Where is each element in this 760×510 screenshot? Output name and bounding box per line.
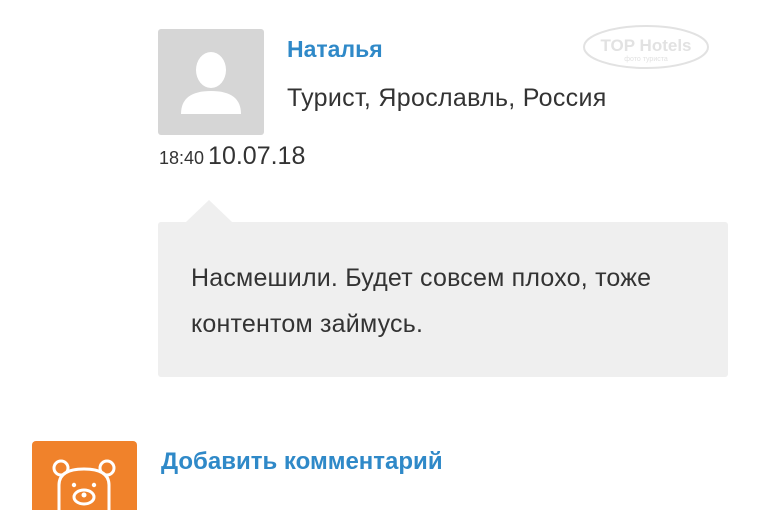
bear-icon (52, 459, 116, 510)
user-silhouette-icon (181, 52, 241, 114)
author-info: Турист, Ярославль, Россия (287, 84, 607, 112)
tophotels-watermark-logo: TOP Hotels фото туриста (582, 24, 710, 70)
avatar (158, 29, 264, 135)
comment-timestamp: 18:40 10.07.18 (159, 142, 305, 171)
comment-text: Насмешили. Будет совсем плохо, тоже конт… (191, 264, 652, 338)
author-name-link[interactable]: Наталья (287, 36, 383, 63)
comment-bubble: Насмешили. Будет совсем плохо, тоже конт… (158, 222, 728, 377)
watermark-brand: TOP Hotels (600, 36, 691, 55)
comment-time: 18:40 (159, 148, 205, 168)
watermark-tagline: фото туриста (624, 56, 668, 63)
bubble-tail (186, 200, 232, 222)
add-comment-link[interactable]: Добавить комментарий (161, 448, 443, 476)
comment-date: 10.07.18 (208, 142, 306, 170)
add-comment-bear-button[interactable] (32, 441, 137, 510)
